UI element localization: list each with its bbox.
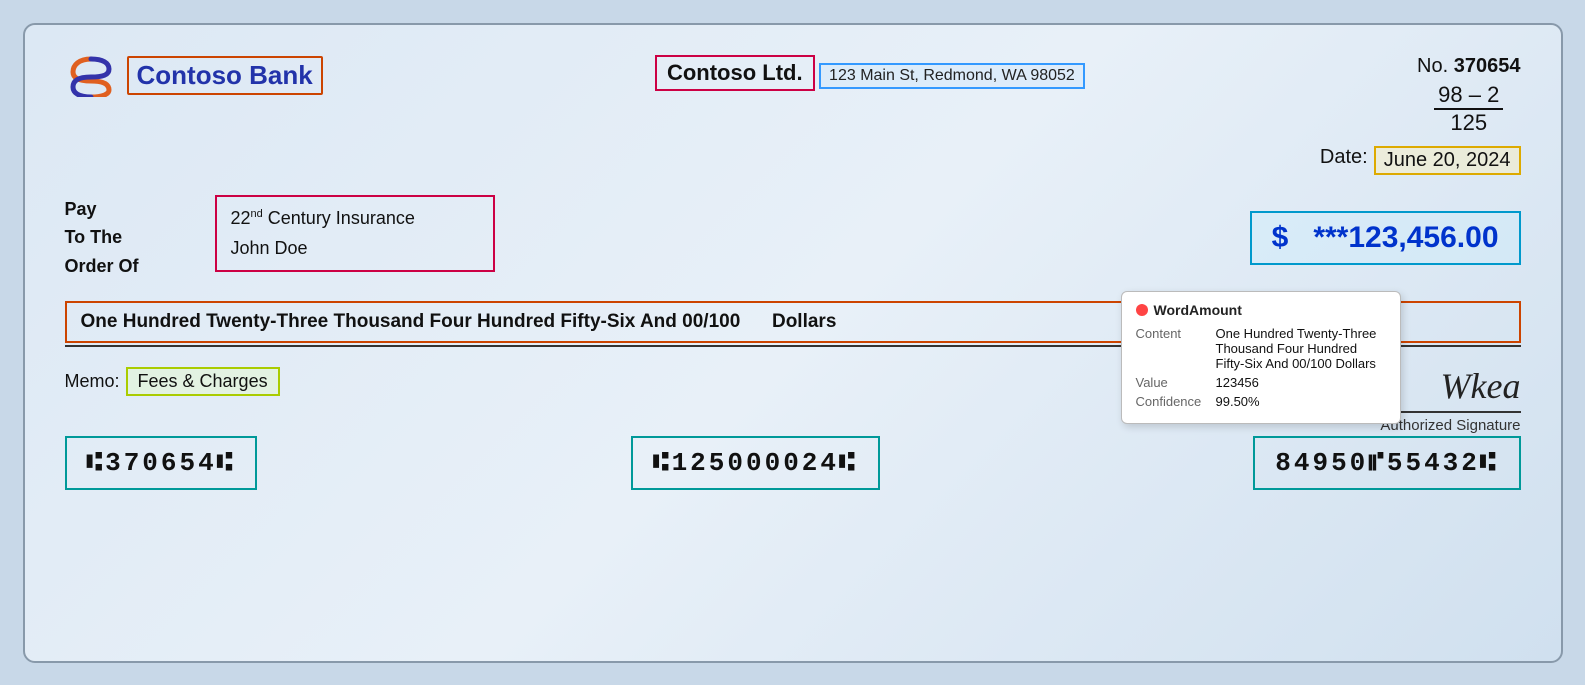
amount-value: ***123,456.00: [1313, 221, 1498, 254]
amount-symbol: $: [1272, 221, 1289, 254]
check-document: Contoso Bank Contoso Ltd. 123 Main St, R…: [23, 23, 1563, 663]
bank-name: Contoso Bank: [127, 56, 323, 95]
payee-line2: John Doe: [231, 233, 479, 264]
payee-sup: nd: [251, 208, 263, 220]
pay-order-group: Pay To The Order Of 22nd Century Insuran…: [65, 195, 495, 281]
tooltip-title: WordAmount: [1136, 302, 1386, 318]
tooltip-confidence-row: Confidence 99.50%: [1136, 394, 1386, 409]
fraction-bottom: 125: [1417, 110, 1520, 136]
payee-name-prefix: 22: [231, 208, 251, 228]
date-value: June 20, 2024: [1374, 146, 1521, 175]
micr-routing: ⑆370654⑆: [65, 436, 258, 490]
tooltip-confidence-val: 99.50%: [1216, 394, 1386, 409]
memo-value: Fees & Charges: [126, 367, 280, 396]
tooltip-confidence-key: Confidence: [1136, 394, 1206, 409]
micr-routing-text: ⑆370654⑆: [87, 448, 236, 478]
fraction-top: 98 – 2: [1434, 82, 1503, 110]
company-info: Contoso Ltd. 123 Main St, Redmond, WA 98…: [655, 55, 1085, 91]
tooltip-value-key: Value: [1136, 375, 1206, 390]
dollars-label: Dollars: [772, 311, 836, 332]
date-row: Date: June 20, 2024: [65, 146, 1521, 175]
pay-line2: To The: [65, 223, 185, 252]
check-number-value: 370654: [1454, 55, 1521, 77]
micr-check: 84950⑈55432⑆: [1253, 436, 1520, 490]
company-name: Contoso Ltd.: [655, 55, 815, 91]
pay-label: Pay To The Order Of: [65, 195, 185, 281]
word-amount-tooltip: WordAmount Content One Hundred Twenty-Th…: [1121, 291, 1401, 424]
signature-area: Wkea Authorized Signature: [1380, 365, 1520, 435]
signature: Wkea: [1380, 365, 1520, 413]
amount-box: $ ***123,456.00: [1250, 211, 1521, 265]
tooltip-content-val: One Hundred Twenty-Three Thousand Four H…: [1216, 326, 1386, 371]
check-number-label: No.: [1417, 55, 1448, 77]
fraction: 98 – 2 125: [1417, 82, 1520, 136]
pay-row: Pay To The Order Of 22nd Century Insuran…: [65, 195, 1521, 281]
tooltip-title-text: WordAmount: [1154, 302, 1242, 318]
word-amount-text: One Hundred Twenty-Three Thousand Four H…: [81, 311, 741, 332]
tooltip-value-val: 123456: [1216, 375, 1386, 390]
micr-row: ⑆370654⑆ ⑆125000024⑆ 84950⑈55432⑆: [65, 436, 1521, 490]
header-row: Contoso Bank Contoso Ltd. 123 Main St, R…: [65, 55, 1521, 136]
payee-name-suffix: Century Insurance: [263, 208, 415, 228]
payee-box: 22nd Century Insurance John Doe: [215, 195, 495, 272]
check-number-section: No. 370654 98 – 2 125: [1417, 55, 1520, 136]
signature-label: Authorized Signature: [1380, 417, 1520, 434]
tooltip-content-row: Content One Hundred Twenty-Three Thousan…: [1136, 326, 1386, 371]
micr-check-text: 84950⑈55432⑆: [1275, 448, 1498, 478]
check-number: No. 370654: [1417, 55, 1520, 78]
pay-line3: Order Of: [65, 252, 185, 281]
word-amount-section: One Hundred Twenty-Three Thousand Four H…: [65, 301, 1521, 347]
micr-account: ⑆125000024⑆: [631, 436, 880, 490]
tooltip-dot: [1136, 304, 1148, 316]
bank-logo-icon: [65, 55, 117, 97]
pay-line1: Pay: [65, 195, 185, 224]
payee-line1: 22nd Century Insurance: [231, 203, 479, 234]
micr-account-text: ⑆125000024⑆: [653, 448, 858, 478]
tooltip-content-key: Content: [1136, 326, 1206, 371]
tooltip-value-row: Value 123456: [1136, 375, 1386, 390]
company-address: 123 Main St, Redmond, WA 98052: [819, 63, 1085, 89]
date-label: Date:: [1320, 146, 1368, 175]
bank-logo-group: Contoso Bank: [65, 55, 323, 97]
memo-label: Memo:: [65, 371, 120, 392]
